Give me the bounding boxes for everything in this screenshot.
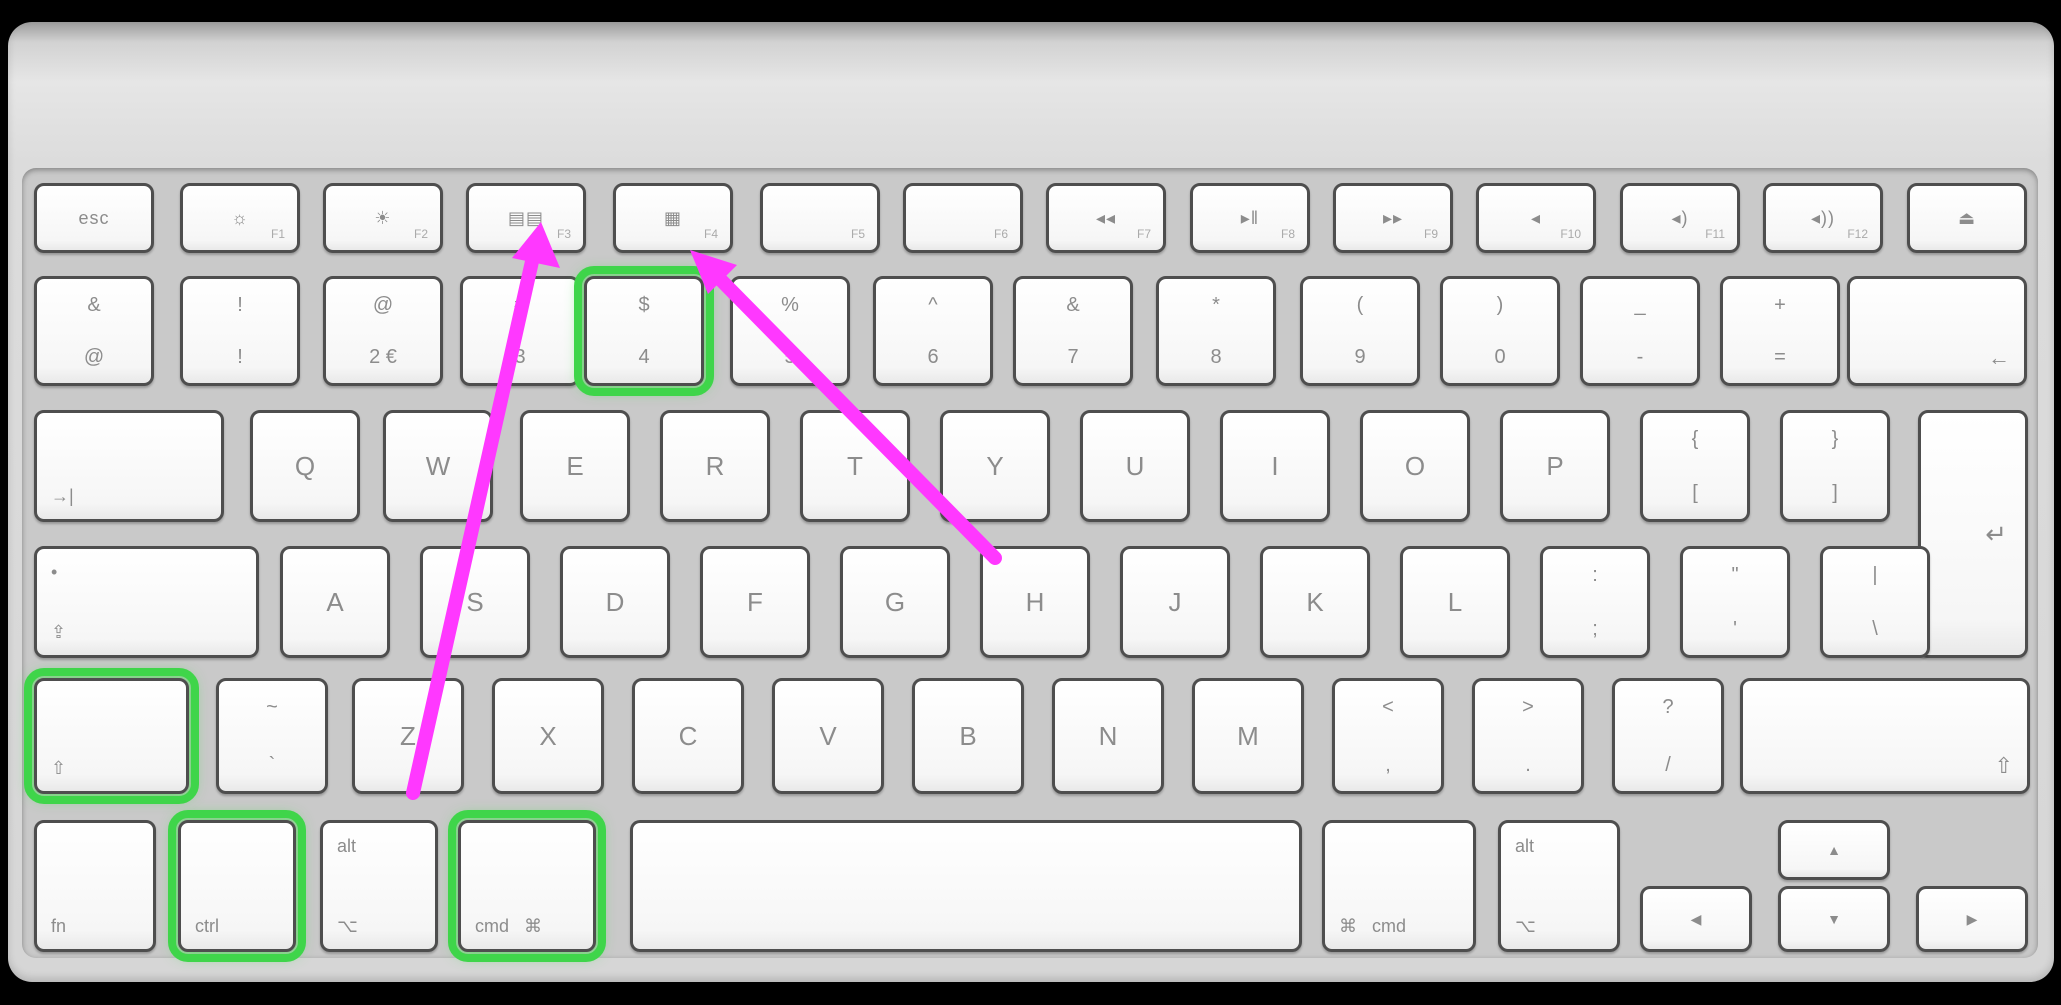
annotation-arrow-to-f3 xyxy=(406,241,542,800)
annotation-arrow-to-f4 xyxy=(706,265,1002,565)
annotation-arrows xyxy=(406,222,1002,800)
arrow-head-f3 xyxy=(512,222,560,268)
keyboard-illustration: esc ☼ F1 ☀ F2 ▤▤ F3 ▦ F4 F5 F6 ◂◂ F7 ▸‖ F8 ▸▸ F9 ◂ F10 ◂) F1… xyxy=(0,0,2061,1005)
